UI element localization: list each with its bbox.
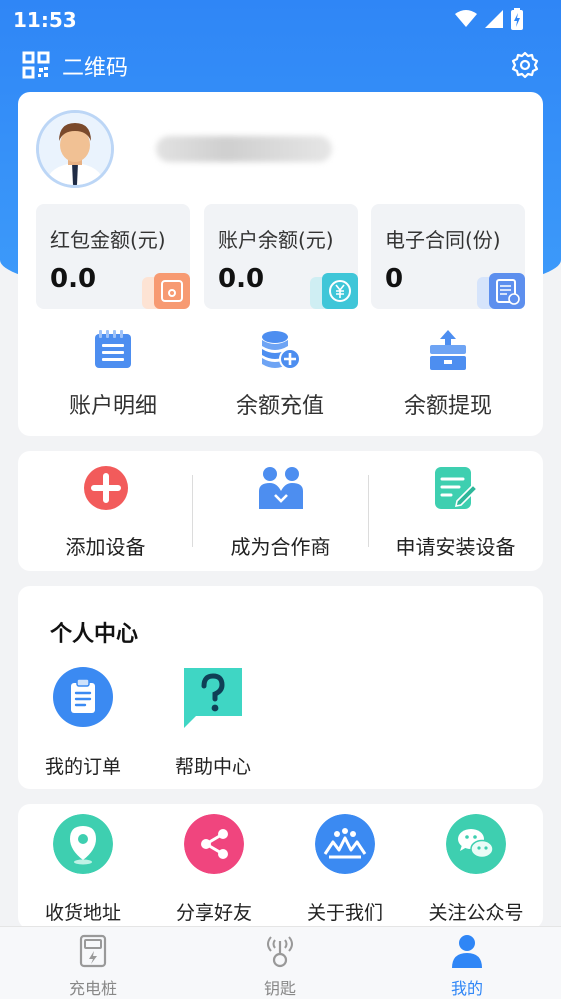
account-detail-button[interactable]: 账户明细: [38, 328, 188, 420]
about-us-button[interactable]: 关于我们: [280, 814, 410, 925]
withdraw-icon: [430, 330, 466, 370]
location-icon: [53, 814, 113, 874]
service-label: 分享好友: [175, 902, 252, 924]
service-label: 关注公众号: [428, 902, 524, 924]
tab-label: 充电桩: [68, 979, 117, 998]
wifi-icon: [455, 10, 477, 27]
share-friends-button[interactable]: 分享好友: [149, 814, 279, 925]
yuan-coin-icon: [310, 273, 358, 309]
about-icon: [315, 814, 375, 874]
action-label: 账户明细: [68, 394, 157, 419]
tab-charger[interactable]: 充电桩: [33, 933, 153, 999]
bottom-tab-bar: 充电桩 钥匙 我的: [0, 926, 561, 999]
recharge-button[interactable]: 余额充值: [205, 328, 355, 420]
services-card: 收货地址 分享好友 关于我们 关注公众号: [18, 804, 543, 929]
person-icon: [452, 935, 482, 968]
operation-label: 申请安装设备: [395, 535, 516, 559]
signal-icon: [485, 10, 503, 28]
avatar-image: [39, 113, 111, 185]
avatar[interactable]: [36, 110, 114, 188]
status-icons: [455, 8, 523, 30]
top-bar: 二维码: [0, 44, 561, 86]
qr-code-icon[interactable]: [22, 51, 50, 79]
battery-icon: [511, 8, 523, 30]
withdraw-button[interactable]: 余额提现: [373, 328, 523, 420]
apply-install-button[interactable]: 申请安装设备: [368, 465, 543, 560]
action-label: 余额充值: [235, 394, 324, 419]
stat-value: 0: [385, 264, 404, 294]
charger-icon: [79, 934, 107, 968]
list-icon: [95, 330, 131, 368]
status-bar: 11:53: [0, 0, 561, 40]
stat-label: 账户余额(元): [218, 228, 334, 252]
stat-balance[interactable]: 账户余额(元) 0.0: [204, 204, 358, 309]
section-heading: 个人中心: [50, 622, 139, 647]
key-signal-icon: [267, 936, 293, 968]
stat-label: 红包金额(元): [50, 228, 166, 252]
personal-item-label: 帮助中心: [174, 756, 251, 778]
partners-icon: [258, 467, 303, 509]
tab-label: 我的: [450, 979, 483, 998]
service-label: 关于我们: [306, 902, 383, 924]
red-packet-icon: [142, 273, 190, 309]
my-orders-button[interactable]: 我的订单: [28, 666, 138, 779]
operation-label: 添加设备: [65, 535, 146, 559]
stat-contracts[interactable]: 电子合同(份) 0: [371, 204, 525, 309]
personal-center-card: 个人中心 我的订单 帮助中心: [18, 586, 543, 789]
operations-card: 添加设备 成为合作商 申请安装设备: [18, 451, 543, 571]
username-redacted: [156, 136, 332, 162]
add-device-button[interactable]: 添加设备: [18, 465, 193, 560]
tab-key[interactable]: 钥匙: [220, 933, 340, 999]
operation-label: 成为合作商: [230, 535, 331, 559]
contract-icon: [477, 273, 525, 309]
profile-card: 红包金额(元) 0.0 账户余额(元) 0.0 电子合同(份) 0 账户明细 余…: [18, 92, 543, 436]
follow-official-account-button[interactable]: 关注公众号: [411, 814, 541, 925]
service-label: 收货地址: [44, 902, 121, 924]
coins-plus-icon: [262, 331, 301, 370]
stat-value: 0.0: [218, 264, 265, 294]
status-time: 11:53: [13, 8, 77, 32]
share-icon: [184, 814, 244, 874]
wechat-icon: [446, 814, 506, 874]
clipboard-icon: [53, 667, 113, 727]
action-label: 余额提现: [403, 394, 492, 419]
personal-item-label: 我的订单: [44, 756, 121, 778]
stat-red-packet[interactable]: 红包金额(元) 0.0: [36, 204, 190, 309]
edit-note-icon: [434, 467, 478, 509]
help-center-button[interactable]: 帮助中心: [158, 666, 268, 779]
shipping-address-button[interactable]: 收货地址: [18, 814, 148, 925]
plus-circle-icon: [83, 466, 128, 510]
gear-icon[interactable]: [511, 51, 539, 79]
tab-mine[interactable]: 我的: [407, 933, 527, 999]
stat-label: 电子合同(份): [385, 228, 501, 252]
question-chat-icon: [184, 668, 242, 728]
become-partner-button[interactable]: 成为合作商: [193, 465, 368, 560]
stat-value: 0.0: [50, 264, 97, 294]
tab-label: 钥匙: [263, 979, 296, 998]
qr-code-label[interactable]: 二维码: [62, 50, 128, 82]
